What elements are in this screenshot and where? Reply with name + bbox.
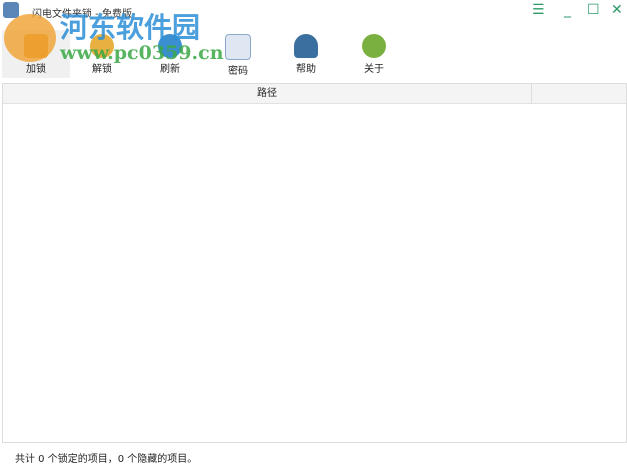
watermark-text: 河东软件园 [60,11,201,44]
about-button[interactable]: 关于 [340,30,408,78]
watermark-logo [4,14,56,62]
maximize-button[interactable]: ☐ [587,2,600,18]
watermark-url: www.pc0359.cn [60,42,224,64]
password-label: 密码 [228,66,248,77]
help-label: 帮助 [296,64,316,75]
items-table[interactable]: 路径 [2,83,627,443]
menu-button[interactable]: ☰ [532,2,545,18]
table-header: 路径 [3,84,626,104]
password-icon [225,34,251,60]
minimize-button[interactable]: _ [564,2,571,18]
help-button[interactable]: 帮助 [272,30,340,78]
about-label: 关于 [364,64,384,75]
help-agent-icon [294,34,318,58]
close-button[interactable]: ✕ [611,2,623,18]
info-icon [362,34,386,58]
column-path[interactable]: 路径 [3,84,532,103]
app-icon [3,2,19,18]
